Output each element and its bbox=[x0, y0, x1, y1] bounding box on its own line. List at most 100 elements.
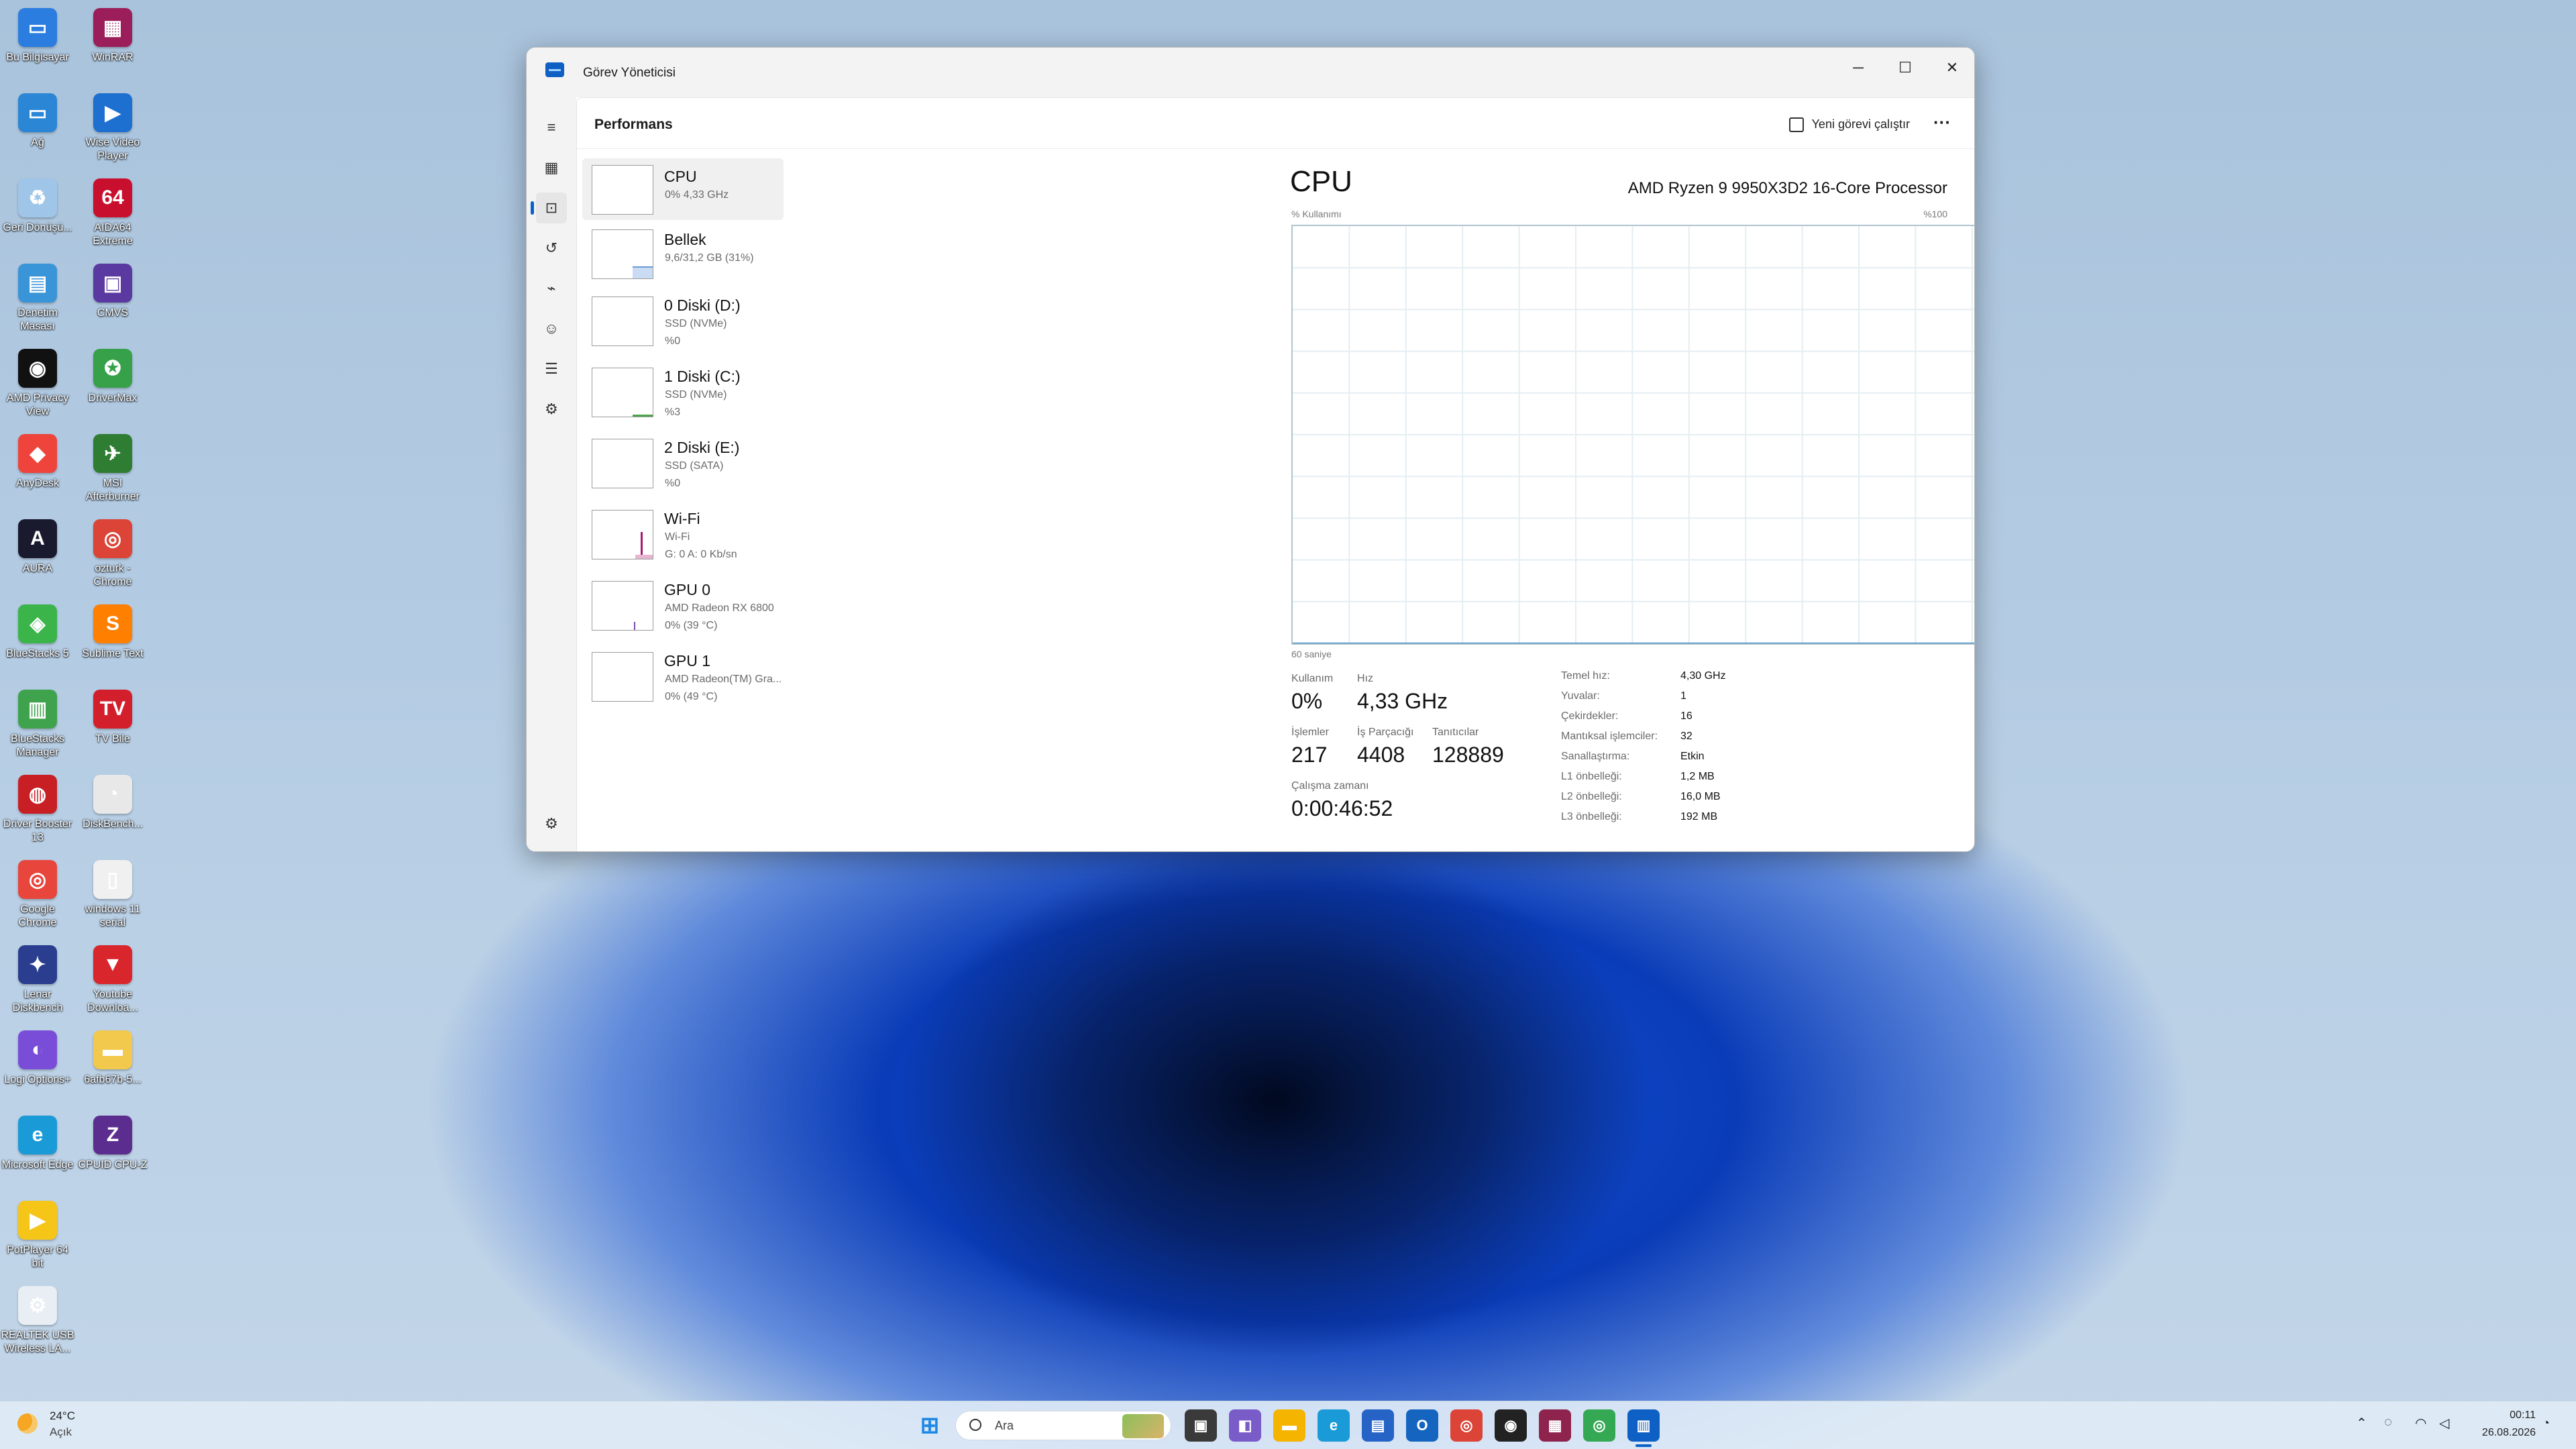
close-button[interactable]: ✕ bbox=[1929, 52, 1974, 84]
device-wifi[interactable]: Wi-Fi Wi-Fi G: 0 A: 0 Kb/sn bbox=[582, 502, 784, 570]
desktop-icon[interactable]: ◈ BlueStacks 5 bbox=[0, 596, 75, 681]
desktop-icon[interactable]: ▬ 6afb67b-5... bbox=[75, 1022, 150, 1107]
wifi-icon[interactable]: ◠ bbox=[2415, 1415, 2426, 1432]
task-manager-icon[interactable]: ▥ bbox=[1627, 1409, 1660, 1442]
clock-time[interactable]: 00:11 bbox=[2482, 1409, 2536, 1421]
widgets-icon[interactable]: ◧ bbox=[1229, 1409, 1261, 1442]
device-memory[interactable]: Bellek 9,6/31,2 GB (31%) bbox=[582, 221, 784, 286]
search-box[interactable]: Ara bbox=[955, 1411, 1171, 1440]
desktop-icon[interactable]: ◎ Google Chrome bbox=[0, 852, 75, 936]
spec-value: 192 MB bbox=[1680, 811, 1718, 822]
device-name: CPU bbox=[664, 168, 697, 185]
desktop-icon[interactable]: ▦ WinRAR bbox=[75, 0, 150, 85]
hamburger-menu-icon[interactable]: ≡ bbox=[536, 112, 567, 143]
davinci-icon[interactable]: ◉ bbox=[1495, 1409, 1527, 1442]
device-gpu-0[interactable]: GPU 0 AMD Radeon RX 6800 0% (39 °C) bbox=[582, 573, 784, 641]
desktop-icon[interactable]: ◉ AMD Privacy View bbox=[0, 341, 75, 425]
device-detail: AMD Radeon RX 6800 bbox=[665, 602, 774, 614]
desktop-icon[interactable]: S Sublime Text bbox=[75, 596, 150, 681]
handles-label: Tanıtıcılar bbox=[1432, 727, 1479, 738]
bluetooth-icon[interactable]: ◌ bbox=[2384, 1415, 2392, 1430]
title-bar[interactable]: Görev Yöneticisi ─ ☐ ✕ bbox=[527, 48, 1974, 97]
clock-date[interactable]: 26.08.2026 bbox=[2469, 1427, 2536, 1439]
outlook-icon[interactable]: O bbox=[1406, 1409, 1438, 1442]
weather-icon[interactable] bbox=[17, 1413, 38, 1434]
desktop-icon[interactable]: Z CPUID CPU-Z bbox=[75, 1108, 150, 1192]
desktop-icon[interactable]: A AURA bbox=[0, 511, 75, 596]
desktop-icon[interactable]: ◎ ozturk - Chrome bbox=[75, 511, 150, 596]
chrome-profile-icon: ◎ bbox=[93, 519, 132, 558]
weather-temperature[interactable]: 24°C bbox=[50, 1409, 75, 1423]
app-history-icon[interactable]: ↺ bbox=[536, 233, 567, 264]
desktop-icon-label: REALTEK USB Wireless LA... bbox=[1, 1330, 74, 1354]
desktop-icon[interactable]: ▯ windows 11 serial bbox=[75, 852, 150, 936]
users-icon[interactable]: ☺ bbox=[536, 313, 567, 344]
desktop-icon[interactable]: e Microsoft Edge bbox=[0, 1108, 75, 1192]
processor-name: AMD Ryzen 9 9950X3D2 16-Core Processor bbox=[1627, 179, 1947, 197]
volume-icon[interactable]: ◁ bbox=[2439, 1415, 2449, 1432]
spec-value: Etkin bbox=[1680, 751, 1705, 762]
maximize-button[interactable]: ☐ bbox=[1882, 52, 1929, 84]
desktop-icon[interactable]: 64 AIDA64 Extreme bbox=[75, 170, 150, 255]
spec-value: 4,30 GHz bbox=[1680, 670, 1726, 682]
desktop-icon[interactable]: ▥ BlueStacks Manager bbox=[0, 682, 75, 766]
weather-description[interactable]: Açık bbox=[50, 1426, 72, 1439]
start-icon[interactable]: ⊞ bbox=[914, 1409, 946, 1442]
chrome-profile-icon[interactable]: ◎ bbox=[1583, 1409, 1615, 1442]
winrar-icon[interactable]: ▦ bbox=[1539, 1409, 1571, 1442]
device-usage: %0 bbox=[665, 478, 681, 489]
more-options-button[interactable]: ··· bbox=[1929, 113, 1955, 136]
page-title: Performans bbox=[594, 117, 673, 132]
realtek-icon: ⚙ bbox=[18, 1286, 57, 1325]
desktop-icon[interactable]: ▼ Youtube Downloa... bbox=[75, 937, 150, 1022]
desktop-icon[interactable]: ◐ Logi Options+ bbox=[0, 1022, 75, 1107]
cpu-heading: CPU bbox=[1290, 165, 1352, 198]
show-hidden-icons-icon[interactable]: ⌃ bbox=[2356, 1415, 2367, 1432]
desktop-icon[interactable]: ⚙ REALTEK USB Wireless LA... bbox=[0, 1278, 75, 1362]
services-icon[interactable]: ⚙ bbox=[536, 394, 567, 425]
device-gpu-1[interactable]: GPU 1 AMD Radeon(TM) Gra... 0% (49 °C) bbox=[582, 644, 784, 712]
device-cpu[interactable]: CPU 0% 4,33 GHz bbox=[582, 158, 784, 220]
run-new-task-button[interactable]: Yeni görevi çalıştır bbox=[1786, 113, 1910, 136]
device-disk-0[interactable]: 0 Diski (D:) SSD (NVMe) %0 bbox=[582, 288, 784, 357]
performance-icon[interactable]: ⊡ bbox=[531, 193, 567, 223]
desktop-icon[interactable]: ✦ Lenar Diskbench bbox=[0, 937, 75, 1022]
desktop-icon-label: CMVS bbox=[97, 307, 129, 319]
desktop-icon[interactable]: ▤ Denetim Masası bbox=[0, 256, 75, 340]
desktop-icon-label: Driver Booster 13 bbox=[3, 818, 72, 843]
device-disk-1[interactable]: 1 Diski (C:) SSD (NVMe) %3 bbox=[582, 360, 784, 428]
desktop-icon[interactable]: ▶ Wise Video Player bbox=[75, 85, 150, 170]
desktop-icon-label: WinRAR bbox=[92, 52, 133, 63]
edge-icon[interactable]: e bbox=[1318, 1409, 1350, 1442]
startup-apps-icon[interactable]: ⌁ bbox=[536, 273, 567, 304]
drivermax-icon: ✪ bbox=[93, 349, 132, 388]
device-disk-2[interactable]: 2 Diski (E:) SSD (SATA) %0 bbox=[582, 431, 784, 499]
bluestacks-manager-icon: ▥ bbox=[18, 690, 57, 729]
desktop-icon[interactable]: ◔ DiskBench... bbox=[75, 767, 150, 851]
settings-icon[interactable]: ⚙ bbox=[536, 808, 567, 839]
spec-label: Temel hız: bbox=[1561, 670, 1610, 682]
desktop-icon[interactable]: ▣ CMVS bbox=[75, 256, 150, 340]
device-detail: SSD (SATA) bbox=[665, 460, 724, 472]
minimize-button[interactable]: ─ bbox=[1835, 52, 1882, 84]
device-name: GPU 1 bbox=[664, 652, 711, 669]
task-view-icon[interactable]: ▣ bbox=[1185, 1409, 1217, 1442]
file-explorer-icon[interactable]: ▬ bbox=[1273, 1409, 1305, 1442]
desktop-icon[interactable]: TV TV Bile bbox=[75, 682, 150, 766]
text-file-icon: ▯ bbox=[93, 860, 132, 899]
desktop-icon[interactable]: ♻ Geri Dönüşü... bbox=[0, 170, 75, 255]
processes-icon[interactable]: ▦ bbox=[536, 152, 567, 183]
desktop-icon[interactable]: ▶ PotPlayer 64 bit bbox=[0, 1193, 75, 1277]
navigation-rail: ≡ ▦ ⊡ ↺ ⌁ ☺ ☰ ⚙ ⚙ bbox=[527, 97, 576, 851]
desktop-icon[interactable]: ◍ Driver Booster 13 bbox=[0, 767, 75, 851]
chrome-icon[interactable]: ◎ bbox=[1450, 1409, 1483, 1442]
notification-bell-icon[interactable]: ◔ bbox=[2542, 1416, 2550, 1430]
desktop-icon[interactable]: ✈ MSI Afterburner bbox=[75, 426, 150, 511]
uptime-value: 0:00:46:52 bbox=[1291, 796, 1393, 820]
details-icon[interactable]: ☰ bbox=[536, 354, 567, 384]
desktop-icon[interactable]: ◆ AnyDesk bbox=[0, 426, 75, 511]
desktop-icon[interactable]: ▭ Ağ bbox=[0, 85, 75, 170]
store-icon[interactable]: ▤ bbox=[1362, 1409, 1394, 1442]
desktop-icon[interactable]: ✪ DriverMax bbox=[75, 341, 150, 425]
desktop-icon[interactable]: ▭ Bu Bilgisayar bbox=[0, 0, 75, 85]
